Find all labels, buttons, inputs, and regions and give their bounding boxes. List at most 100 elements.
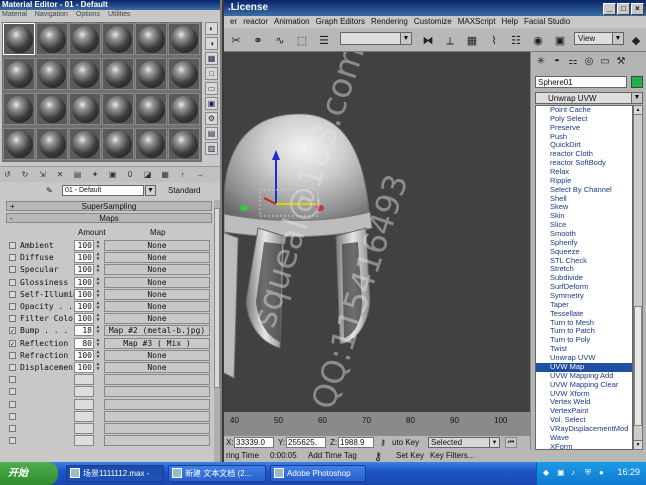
modifier-list-item[interactable]: Turn to Patch	[536, 327, 632, 336]
task-photoshop[interactable]: Adobe Photoshop	[270, 465, 366, 482]
map-slot-button[interactable]: None	[104, 252, 210, 264]
menu-item[interactable]: MAXScript	[458, 17, 496, 26]
maps-rollout[interactable]: - Maps	[6, 213, 212, 223]
modifier-list-dropdown[interactable]: Unwrap UVW ▼	[535, 92, 643, 104]
volume-icon[interactable]: ♪	[571, 468, 580, 477]
modifier-list-item[interactable]: STL Check	[536, 257, 632, 266]
map-enable-checkbox[interactable]	[9, 364, 16, 371]
modifier-list-item[interactable]: SurfDeform	[536, 283, 632, 292]
put-to-library-icon[interactable]: ▣	[106, 168, 119, 181]
make-unique-icon[interactable]: ✦	[89, 168, 102, 181]
video-check-icon[interactable]: ▭	[205, 82, 218, 95]
modifier-list-item[interactable]: Unwrap UVW	[536, 354, 632, 363]
map-slot-button[interactable]: None	[104, 240, 210, 251]
utilities-tab-icon[interactable]: ⚒	[613, 54, 629, 70]
show-map-icon[interactable]: ◪	[141, 168, 154, 181]
material-name-field[interactable]: 01 - Default	[62, 185, 144, 196]
material-sample-slot[interactable]	[168, 93, 200, 125]
modifier-list-item[interactable]: Vol. Select	[536, 416, 632, 425]
map-amount-field[interactable]	[74, 410, 94, 422]
material-sample-slot[interactable]	[3, 93, 35, 125]
material-sample-slot[interactable]	[69, 23, 101, 55]
amount-spinner-icon[interactable]: ▲ ▼	[95, 362, 101, 373]
map-amount-field[interactable]: 100	[74, 349, 94, 361]
view-dropdown[interactable]: View ▼	[574, 32, 624, 45]
map-enable-checkbox[interactable]	[9, 303, 16, 310]
object-color-swatch[interactable]	[631, 76, 643, 88]
menu-material[interactable]: Material	[2, 11, 27, 18]
material-sample-slot[interactable]	[102, 23, 134, 55]
modifier-list-item[interactable]: Tessellate	[536, 310, 632, 319]
map-enable-checkbox[interactable]	[9, 437, 16, 445]
modifier-list-item[interactable]: UVW Mapping Clear	[536, 381, 632, 390]
map-enable-checkbox[interactable]	[9, 425, 16, 432]
map-amount-field[interactable]: 100	[74, 362, 94, 373]
map-slot-button[interactable]: None	[104, 301, 210, 312]
z-coordinate-field[interactable]: 1988.9	[338, 437, 374, 448]
modifier-list-item[interactable]: QuickDirt	[536, 141, 632, 150]
modifier-list-item[interactable]: Vertex Weld	[536, 398, 632, 407]
make-preview-icon[interactable]: ▣	[205, 97, 218, 110]
select-link-icon[interactable]: ✂	[228, 34, 244, 48]
material-sample-slot[interactable]	[135, 128, 167, 160]
map-amount-field[interactable]	[74, 423, 94, 434]
modifier-list-item[interactable]: Squeeze	[536, 248, 632, 257]
reset-map-icon[interactable]: ✕	[54, 168, 67, 181]
map-slot-button[interactable]	[104, 374, 210, 386]
map-amount-field[interactable]: 18	[74, 325, 94, 337]
material-sample-slot[interactable]	[102, 128, 134, 160]
material-sample-slot[interactable]	[102, 93, 134, 125]
material-sample-slot[interactable]	[36, 93, 68, 125]
menu-item[interactable]: reactor	[243, 17, 268, 26]
amount-spinner-icon[interactable]: ▲ ▼	[95, 276, 101, 288]
modifier-list-item[interactable]: UVW Xform	[536, 390, 632, 399]
render-icon[interactable]: ◆	[628, 34, 644, 48]
modifier-list-item[interactable]: Preserve	[536, 124, 632, 133]
map-enable-checkbox[interactable]	[9, 400, 16, 408]
map-enable-checkbox[interactable]: ✓	[9, 339, 16, 347]
unlink-icon[interactable]: ⚭	[250, 34, 266, 48]
map-amount-field[interactable]	[74, 386, 94, 398]
maximize-button[interactable]: □	[617, 3, 630, 15]
y-coordinate-field[interactable]: 255625.	[286, 437, 326, 448]
modifier-list-item[interactable]: Twist	[536, 345, 632, 354]
create-tab-icon[interactable]: ✳	[533, 54, 549, 70]
map-slot-button[interactable]: None	[104, 313, 210, 325]
get-material-icon[interactable]: ↺	[1, 168, 14, 181]
map-slot-button[interactable]: None	[104, 288, 210, 300]
menu-item[interactable]: Animation	[274, 17, 310, 26]
assign-material-icon[interactable]: ⇲	[36, 168, 49, 181]
menu-item[interactable]: Facial Studio	[524, 17, 570, 26]
map-amount-field[interactable]: 100	[74, 288, 94, 300]
menu-item[interactable]: Graph Editors	[316, 17, 365, 26]
menu-item[interactable]: Customize	[414, 17, 452, 26]
material-sample-slot[interactable]	[3, 128, 35, 160]
map-slot-button[interactable]	[104, 410, 210, 422]
select-by-name-icon[interactable]: ☰	[316, 34, 332, 48]
language-icon[interactable]: ◆	[543, 468, 552, 477]
modifier-list-item[interactable]: Slice	[536, 221, 632, 230]
set-key-button[interactable]: Set Key	[396, 451, 424, 460]
x-coordinate-field[interactable]: 33339.0	[234, 437, 274, 448]
map-enable-checkbox[interactable]	[9, 412, 16, 420]
map-enable-checkbox[interactable]	[9, 388, 16, 396]
select-by-material-icon[interactable]: ▤	[205, 127, 218, 140]
modifier-list-item[interactable]: Taper	[536, 301, 632, 310]
select-object-icon[interactable]: ⬚	[294, 34, 310, 48]
material-name-dropdown[interactable]: ▼	[145, 185, 156, 196]
map-slot-button[interactable]	[104, 435, 210, 447]
material-sample-slot[interactable]	[36, 23, 68, 55]
bind-warp-icon[interactable]: ∿	[272, 34, 288, 48]
perspective-viewport[interactable]: squeal@163.com QQ:115416493	[224, 52, 530, 412]
amount-spinner-icon[interactable]: ▲ ▼	[95, 264, 101, 275]
modifier-list-item[interactable]: Symmetry	[536, 292, 632, 301]
backlight-icon[interactable]: ◑	[205, 37, 218, 50]
modifier-list-item[interactable]: Skin	[536, 212, 632, 221]
modifier-list-item[interactable]: Poly Select	[536, 115, 632, 124]
supersampling-rollout[interactable]: + SuperSampling	[6, 201, 212, 211]
task-3dsmax[interactable]: 场景1111112.max -	[66, 465, 164, 482]
menu-utilities[interactable]: Utilities	[108, 11, 131, 18]
amount-spinner-icon[interactable]: ▲ ▼	[95, 313, 101, 324]
align-icon[interactable]: ⟂	[442, 34, 458, 48]
close-button[interactable]: ×	[631, 3, 644, 15]
